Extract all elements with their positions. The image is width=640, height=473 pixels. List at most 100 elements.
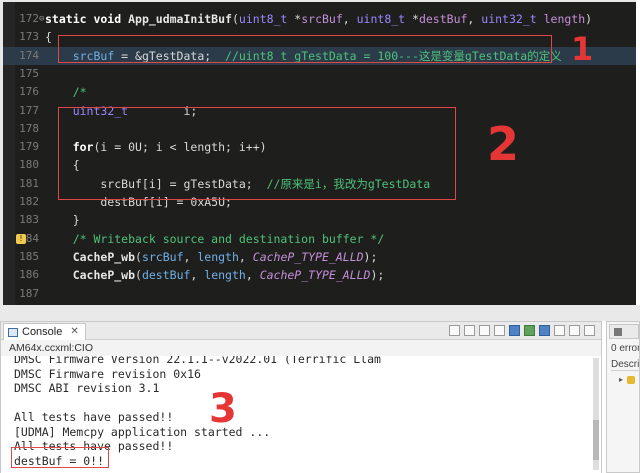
view-menu-icon[interactable] bbox=[554, 325, 565, 336]
scroll-lock-icon[interactable] bbox=[479, 325, 490, 336]
code-token: destBuf bbox=[141, 268, 191, 283]
maximize-icon[interactable] bbox=[584, 325, 595, 336]
console-line: DMSC Firmware Version 22.1.1--v2022.01 (… bbox=[14, 356, 381, 366]
code-token: uint32_t bbox=[481, 12, 537, 26]
open-console-icon[interactable] bbox=[539, 325, 550, 336]
line-number: 176 bbox=[19, 85, 39, 99]
code-token: , bbox=[238, 249, 253, 264]
annotation-box-3 bbox=[11, 447, 109, 468]
console-scrollbar-thumb[interactable] bbox=[593, 420, 599, 460]
line-number: 173 bbox=[19, 30, 39, 44]
console-toolbar bbox=[449, 325, 595, 336]
code-token: /* Writeback source and destination buff… bbox=[72, 231, 385, 246]
code-line[interactable]: 172 ⊖ static void App_udmaInitBuf(uint8_t … bbox=[3, 10, 636, 28]
display-console-icon[interactable] bbox=[524, 325, 535, 336]
code-line[interactable]: 187 bbox=[3, 285, 636, 303]
code-token: ( bbox=[231, 12, 239, 26]
code-text: /* Writeback source and destination buff… bbox=[45, 230, 385, 248]
line-number: 183 bbox=[19, 213, 39, 227]
code-token: ( bbox=[135, 249, 142, 264]
word-wrap-icon[interactable] bbox=[494, 325, 505, 336]
problems-count: 0 errors bbox=[611, 343, 639, 354]
warning-icon[interactable]: ! bbox=[16, 233, 26, 244]
code-text: CacheP_wb(srcBuf, length, CacheP_TYPE_AL… bbox=[45, 248, 378, 266]
code-token: , bbox=[190, 268, 205, 283]
code-editor[interactable]: 172 ⊖ static void App_udmaInitBuf(uint8_t … bbox=[0, 0, 636, 305]
clear-console-icon[interactable] bbox=[464, 325, 475, 336]
code-token: /* bbox=[72, 85, 87, 100]
console-line: DMSC ABI revision 3.1 bbox=[14, 381, 160, 395]
code-token: length bbox=[204, 268, 246, 283]
console-icon bbox=[8, 327, 18, 337]
code-line[interactable]: 186 CacheP_wb(destBuf, length, CacheP_TY… bbox=[3, 266, 636, 284]
annotation-number-2: 2 bbox=[487, 117, 520, 171]
code-line[interactable]: 176 /* bbox=[3, 83, 636, 101]
close-icon[interactable]: ✕ bbox=[70, 324, 78, 340]
annotation-box-1 bbox=[58, 35, 552, 63]
code-token: srcBuf bbox=[141, 249, 184, 264]
code-token: ) bbox=[585, 12, 593, 26]
fold-toggle-icon[interactable]: ⊖ bbox=[39, 10, 44, 28]
code-token: uint8_t bbox=[356, 12, 406, 26]
code-token: } bbox=[45, 213, 80, 228]
code-token: length bbox=[543, 12, 586, 26]
console-source-path: AM64x.ccxml:CIO bbox=[9, 342, 94, 354]
code-token: , bbox=[245, 268, 260, 283]
pin-console-icon[interactable] bbox=[509, 325, 520, 336]
code-token: CacheP_wb bbox=[72, 249, 136, 264]
code-token: srcBuf bbox=[301, 12, 343, 26]
code-token: { bbox=[45, 30, 52, 45]
code-text: static void App_udmaInitBuf(uint8_t *src… bbox=[45, 10, 592, 28]
code-line[interactable]: 184! /* Writeback source and destination… bbox=[3, 230, 636, 248]
code-token: App_udmaInitBuf bbox=[128, 12, 232, 26]
code-token: , bbox=[467, 12, 482, 26]
code-text: } bbox=[45, 211, 80, 229]
problems-description-header[interactable]: Description bbox=[611, 359, 639, 371]
console-line: DMSC Firmware revision 0x16 bbox=[14, 366, 201, 381]
line-number: 182 bbox=[19, 195, 39, 208]
panel-separator[interactable] bbox=[0, 305, 640, 321]
code-token: uint8_t bbox=[238, 12, 288, 26]
line-number: 179 bbox=[19, 140, 39, 154]
chevron-right-icon[interactable]: ▸ bbox=[619, 375, 623, 384]
line-number: 187 bbox=[19, 286, 39, 300]
console-scrollbar[interactable] bbox=[593, 358, 599, 470]
code-line[interactable]: 185 CacheP_wb(srcBuf, length, CacheP_TYP… bbox=[3, 248, 636, 266]
line-number: 186 bbox=[19, 268, 39, 282]
code-line[interactable]: 183 } bbox=[3, 211, 636, 229]
line-number: 181 bbox=[19, 176, 39, 190]
line-number: 172 bbox=[19, 12, 39, 25]
line-number: 175 bbox=[19, 66, 39, 80]
problems-icon bbox=[614, 328, 622, 336]
code-token: ); bbox=[363, 249, 378, 264]
code-token: * bbox=[405, 12, 419, 26]
console-tab-label: Console bbox=[22, 326, 63, 338]
code-text: CacheP_wb(destBuf, length, CacheP_TYPE_A… bbox=[45, 266, 385, 284]
code-token: static void bbox=[45, 12, 129, 26]
code-token: CacheP_wb bbox=[72, 268, 136, 283]
copy-icon[interactable] bbox=[449, 325, 460, 336]
code-token: length bbox=[197, 249, 239, 264]
code-token: CacheP_TYPE_ALLD bbox=[252, 249, 364, 264]
code-token: destBuf bbox=[418, 12, 468, 26]
code-token: ( bbox=[135, 268, 142, 283]
code-line[interactable]: 175 bbox=[3, 65, 636, 83]
code-token: ); bbox=[370, 268, 385, 283]
code-token: , bbox=[342, 12, 357, 26]
tab-problems[interactable] bbox=[609, 324, 639, 339]
annotation-number-3: 3 bbox=[209, 386, 237, 432]
line-number: 180 bbox=[19, 158, 39, 172]
tab-console[interactable]: Console ✕ bbox=[3, 323, 86, 340]
console-tab-bar: Console ✕ bbox=[1, 322, 601, 340]
line-number: 174 bbox=[19, 48, 39, 62]
annotation-box-2 bbox=[58, 107, 456, 200]
code-text: /* bbox=[45, 83, 87, 101]
warning-icon bbox=[627, 376, 635, 384]
problems-panel: 0 errors Description ▸ bbox=[606, 321, 640, 473]
code-token: , bbox=[183, 249, 198, 264]
minimize-icon[interactable] bbox=[569, 325, 580, 336]
